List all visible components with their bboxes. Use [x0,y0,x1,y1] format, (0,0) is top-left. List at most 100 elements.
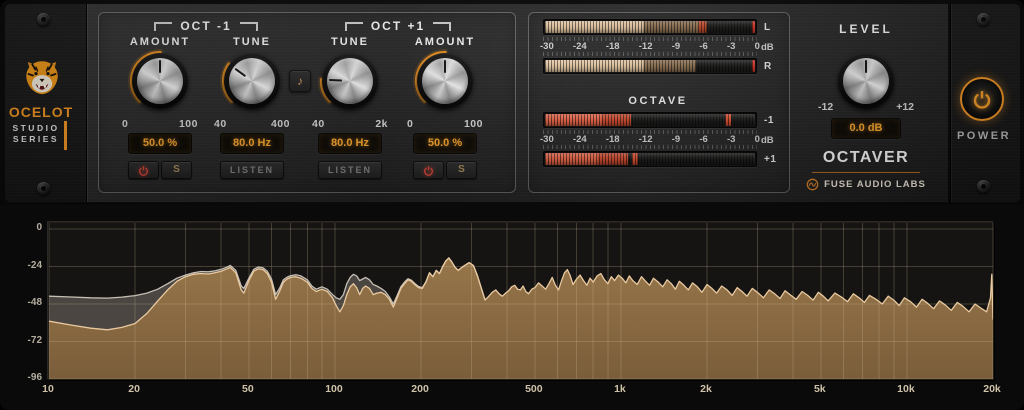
level-label: LEVEL [806,22,926,36]
knob-max-label: 400 [271,118,290,130]
left-branding-panel [5,4,87,202]
oct2-power-button[interactable] [413,161,444,179]
meter-scale-tick-label: -24 [573,134,587,145]
meter-scale-tick-label: -6 [699,41,707,52]
oct1-amount-column: AMOUNT 0100 50.0 % S [120,36,200,186]
oct1-tune-knob[interactable] [220,49,284,113]
screw-icon [977,13,990,26]
level-max-label: +12 [896,101,914,113]
meter-scale-tick-label: 0 [755,134,760,145]
knob-pointer [329,79,342,82]
power-button[interactable] [960,77,1004,121]
oct2-tune-column: TUNE 402k 80.0 Hz LISTEN [310,36,390,186]
knob-min-label: 0 [407,118,413,130]
knob-max-label: 100 [179,118,198,130]
company-name: FUSE AUDIO LABS [824,179,926,190]
meter-scale-tick-label: 0 [755,41,760,52]
group-header-oct-plus-1: OCT +1 [328,20,468,34]
analyzer-x-tick-label: 200 [403,383,437,395]
oct1-listen-button[interactable]: LISTEN [220,161,284,179]
octave-down-meter [543,112,757,128]
level-min-label: -12 [818,101,833,113]
io-meter-scale: -30-24-18-12-9-6-30 [540,41,760,52]
spectrum-analyzer: 0-24-48-72-96 1020501002005001k2k5k10k20… [0,205,1024,410]
meter-scale-tick-label: -30 [540,134,554,145]
screw-icon [37,182,50,195]
brand-divider [812,172,920,173]
oct1-amount-knob[interactable] [128,49,192,113]
db-unit-label: dB [761,42,781,53]
level-value[interactable]: 0.0 dB [831,118,901,139]
knob-pointer [159,60,162,73]
oct2-amount-knob[interactable] [413,49,477,113]
oct2-amount-column: AMOUNT 0100 50.0 % S [405,36,485,186]
oct2-tune-value[interactable]: 80.0 Hz [318,133,382,154]
analyzer-x-tick-label: 5k [803,383,837,395]
meter-label-r: R [764,61,788,72]
meter-scale-tick-label: -3 [727,134,735,145]
analyzer-x-tick-label: 10 [31,383,65,395]
screw-icon [37,13,50,26]
plugin-window: OCELOT STUDIO SERIES OCT -1 OCT +1 AMOUN… [0,0,1024,410]
logo-subtitle-series: SERIES [10,134,62,144]
oct1-amount-value[interactable]: 50.0 % [128,133,192,154]
meter-label-plus-1: +1 [764,154,788,165]
octave-meter-scale: -30-24-18-12-9-6-30 [540,134,760,145]
meter-scale-tick-label: -12 [639,41,653,52]
ocelot-wordmark: OCELOT [8,104,74,120]
oct1-power-button[interactable] [128,161,159,179]
analyzer-y-tick-label: -24 [6,260,42,271]
db-unit-label: dB [761,135,781,146]
meter-label-minus-1: -1 [764,115,788,126]
power-label: POWER [946,130,1022,142]
company-branding: FUSE AUDIO LABS [800,177,932,191]
meter-scale-tick-label: -9 [672,134,680,145]
analyzer-y-tick-label: -72 [6,335,42,346]
oct2-amount-value[interactable]: 50.0 % [413,133,477,154]
meter-scale-tick-label: -18 [606,41,620,52]
meter-ticks [543,145,757,149]
analyzer-x-tick-label: 100 [317,383,351,395]
knob-min-label: 0 [122,118,128,130]
analyzer-x-tick-label: 20 [117,383,151,395]
spectrum-curves [49,223,993,379]
analyzer-y-tick-label: -48 [6,297,42,308]
oct2-tune-knob[interactable] [318,49,382,113]
note-icon: ♪ [297,74,303,88]
analyzer-x-tick-label: 2k [689,383,723,395]
analyzer-x-tick-label: 50 [231,383,265,395]
bracket-icon [433,22,451,31]
knob-min-label: 40 [312,118,325,130]
knob-max-label: 2k [375,118,388,130]
oct1-tune-column: TUNE 40400 80.0 Hz LISTEN [212,36,292,186]
meter-scale-tick-label: -18 [606,134,620,145]
meter-ticks [543,52,757,56]
knob-min-label: 40 [214,118,227,130]
logo-accent-bar [64,121,67,150]
oct1-solo-button[interactable]: S [161,161,192,179]
knob-pointer [444,60,447,73]
screw-icon [977,180,990,193]
octave-up-meter [543,151,757,167]
oct1-tune-value[interactable]: 80.0 Hz [220,133,284,154]
bracket-icon [240,22,258,31]
meter-scale-tick-label: -24 [573,41,587,52]
tune-link-button[interactable]: ♪ [289,70,311,92]
knob-max-label: 100 [464,118,483,130]
meter-scale-tick-label: -3 [727,41,735,52]
group-header-oct-minus-1: OCT -1 [136,20,276,34]
input-meter-left [543,19,757,35]
analyzer-y-tick-label: -96 [6,372,42,383]
analyzer-y-tick-label: 0 [6,222,42,233]
meter-label-l: L [764,22,788,33]
oct2-listen-button[interactable]: LISTEN [318,161,382,179]
bracket-icon [154,22,172,31]
oct2-solo-button[interactable]: S [446,161,477,179]
analyzer-x-tick-label: 1k [603,383,637,395]
meter-scale-tick-label: -30 [540,41,554,52]
fuse-audio-labs-icon [806,178,819,191]
power-icon [972,89,992,109]
octave-meters-title: OCTAVE [528,95,788,107]
analyzer-x-tick-label: 500 [517,383,551,395]
input-meter-right [543,58,757,74]
